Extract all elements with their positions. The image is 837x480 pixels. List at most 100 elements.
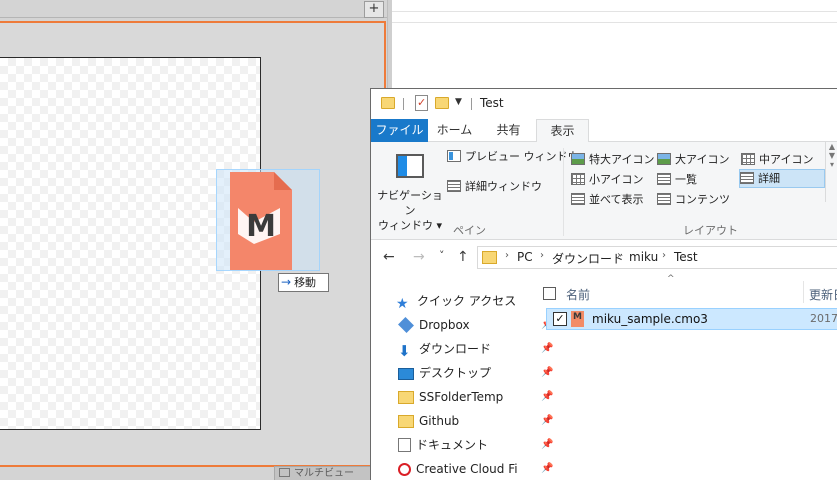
viewer-viewport[interactable] <box>0 21 386 467</box>
background-row-line <box>392 22 837 23</box>
preview-pane-button[interactable]: プレビュー ウィンドウ <box>447 147 579 166</box>
layout-extra-large-icons[interactable]: 特大アイコン <box>571 150 654 169</box>
address-bar[interactable]: › PC › ダウンロード › miku › Test <box>477 246 837 269</box>
small-icons-icon <box>571 173 585 185</box>
sidebar-item-label: クイック アクセス <box>417 294 517 308</box>
file-list: ^ 名前 更新日 ✓ M miku_sample.cmo3 2017/ <box>536 274 837 480</box>
layout-small-icons[interactable]: 小アイコン <box>571 170 643 189</box>
titlebar-separator <box>403 98 404 110</box>
sidebar-item-label: デスクトップ <box>419 366 492 380</box>
drag-preview: M <box>216 169 320 271</box>
cubism-file-icon: M <box>230 172 292 270</box>
tab-share[interactable]: 共有 <box>481 119 536 142</box>
column-name-header[interactable]: 名前 <box>566 286 590 303</box>
layout-group-label: レイアウト <box>683 224 738 237</box>
folder-icon <box>381 97 395 109</box>
preview-pane-icon <box>447 150 461 162</box>
move-label: 移動 <box>294 276 317 289</box>
desktop-icon <box>398 368 414 380</box>
breadcrumb-pc[interactable]: PC <box>517 250 533 264</box>
select-all-checkbox[interactable] <box>543 287 556 300</box>
pane-group-label: ペイン <box>453 224 486 237</box>
sidebar-item-label: Creative Cloud Fi <box>416 462 518 476</box>
tiles-label: 並べて表示 <box>589 193 644 206</box>
ribbon-view-panel: ナビゲーション ウィンドウ ▾ プレビュー ウィンドウ 詳細ウィンドウ ペイン … <box>371 142 837 240</box>
background-window <box>392 0 837 88</box>
multiview-tab-label: マルチビュー <box>294 468 354 479</box>
viewer-tabbar: + <box>0 0 392 18</box>
layout-details[interactable]: 詳細 <box>739 169 825 188</box>
layout-gallery-scroll[interactable]: ▲ ▼ ▾ <box>825 142 837 202</box>
extra-large-icons-label: 特大アイコン <box>589 153 655 166</box>
folder-icon <box>398 415 414 428</box>
back-button[interactable]: ← <box>383 249 395 265</box>
download-icon: ⬇ <box>398 342 411 360</box>
details-pane-button[interactable]: 詳細ウィンドウ <box>447 177 542 196</box>
titlebar-separator <box>471 98 472 110</box>
sidebar-item-github[interactable]: Github 📌 <box>398 410 553 432</box>
sidebar-item-downloads[interactable]: ⬇ ダウンロード 📌 <box>398 338 553 360</box>
sidebar-item-desktop[interactable]: デスクトップ 📌 <box>398 362 553 384</box>
column-header: 名前 更新日 <box>536 281 837 303</box>
new-folder-icon[interactable] <box>435 97 449 109</box>
breadcrumb-separator: › <box>617 250 621 261</box>
extra-large-icons-icon <box>571 153 585 165</box>
breadcrumb-separator: › <box>505 250 509 261</box>
details-label: 詳細 <box>758 172 780 185</box>
breadcrumb-separator: › <box>540 250 544 261</box>
multiview-tab[interactable]: マルチビュー <box>274 466 374 480</box>
layout-large-icons[interactable]: 大アイコン <box>657 150 729 169</box>
multiview-icon <box>279 468 290 477</box>
folder-icon <box>482 251 497 264</box>
navigation-pane-icon[interactable] <box>396 154 424 178</box>
list-icon <box>657 173 671 185</box>
sidebar-item-label: ダウンロード <box>419 342 492 356</box>
cmo3-file-icon: M <box>571 311 584 327</box>
layout-content[interactable]: コンテンツ <box>657 190 730 209</box>
sidebar-item-label: ドキュメント <box>416 438 489 452</box>
column-divider[interactable] <box>803 281 804 303</box>
file-row[interactable]: ✓ M miku_sample.cmo3 2017/ <box>546 308 837 330</box>
medium-icons-icon <box>741 153 755 165</box>
viewer-application: + マルチビュー <box>0 0 392 480</box>
layout-list[interactable]: 一覧 <box>657 170 697 189</box>
dropbox-icon <box>398 317 414 333</box>
breadcrumb-test[interactable]: Test <box>674 250 698 264</box>
sidebar-item-ssfoldertemp[interactable]: SSFolderTemp 📌 <box>398 386 553 408</box>
forward-button[interactable]: → <box>413 249 425 265</box>
window-title: Test <box>480 96 504 110</box>
navigation-pane-button[interactable]: ナビゲーション ウィンドウ ▾ <box>377 188 443 233</box>
properties-icon[interactable]: ✓ <box>415 95 428 111</box>
add-view-button[interactable]: + <box>364 1 384 18</box>
ribbon-tabs: ファイル ホーム 共有 表示 <box>371 119 837 143</box>
file-checkbox[interactable]: ✓ <box>553 312 567 326</box>
details-icon <box>740 172 754 184</box>
list-label: 一覧 <box>675 173 697 186</box>
sidebar-item-quick-access[interactable]: ★ クイック アクセス <box>396 290 534 312</box>
layout-medium-icons[interactable]: 中アイコン <box>741 150 813 169</box>
up-button[interactable]: ↑ <box>457 249 469 265</box>
recent-locations-button[interactable]: ˅ <box>439 249 445 262</box>
small-icons-label: 小アイコン <box>589 173 644 186</box>
folder-icon <box>398 391 414 404</box>
tab-home[interactable]: ホーム <box>428 119 481 142</box>
medium-icons-label: 中アイコン <box>759 153 814 166</box>
column-date-header[interactable]: 更新日 <box>809 286 837 303</box>
quick-access-toolbar-dropdown-icon[interactable]: ▼ <box>455 97 462 107</box>
breadcrumb-miku[interactable]: miku <box>629 250 658 264</box>
sidebar-item-documents[interactable]: ドキュメント 📌 <box>398 434 553 456</box>
tiles-icon <box>571 193 585 205</box>
sidebar-item-label: Github <box>419 414 460 428</box>
sidebar-item-creative-cloud[interactable]: Creative Cloud Fi 📌 <box>398 458 553 480</box>
breadcrumb-downloads[interactable]: ダウンロード <box>552 250 624 267</box>
layout-tiles[interactable]: 並べて表示 <box>571 190 644 209</box>
details-pane-icon <box>447 180 461 192</box>
sidebar-item-label: Dropbox <box>419 318 470 332</box>
creative-cloud-icon <box>398 463 411 476</box>
navigation-bar: ← → ˅ ↑ › PC › ダウンロード › miku › Test <box>371 241 837 275</box>
breadcrumb-separator: › <box>662 250 666 261</box>
sidebar-item-dropbox[interactable]: Dropbox 📌 <box>398 314 553 336</box>
tab-file[interactable]: ファイル <box>371 119 428 142</box>
sidebar-item-label: SSFolderTemp <box>419 390 504 404</box>
tab-view[interactable]: 表示 <box>536 119 589 143</box>
